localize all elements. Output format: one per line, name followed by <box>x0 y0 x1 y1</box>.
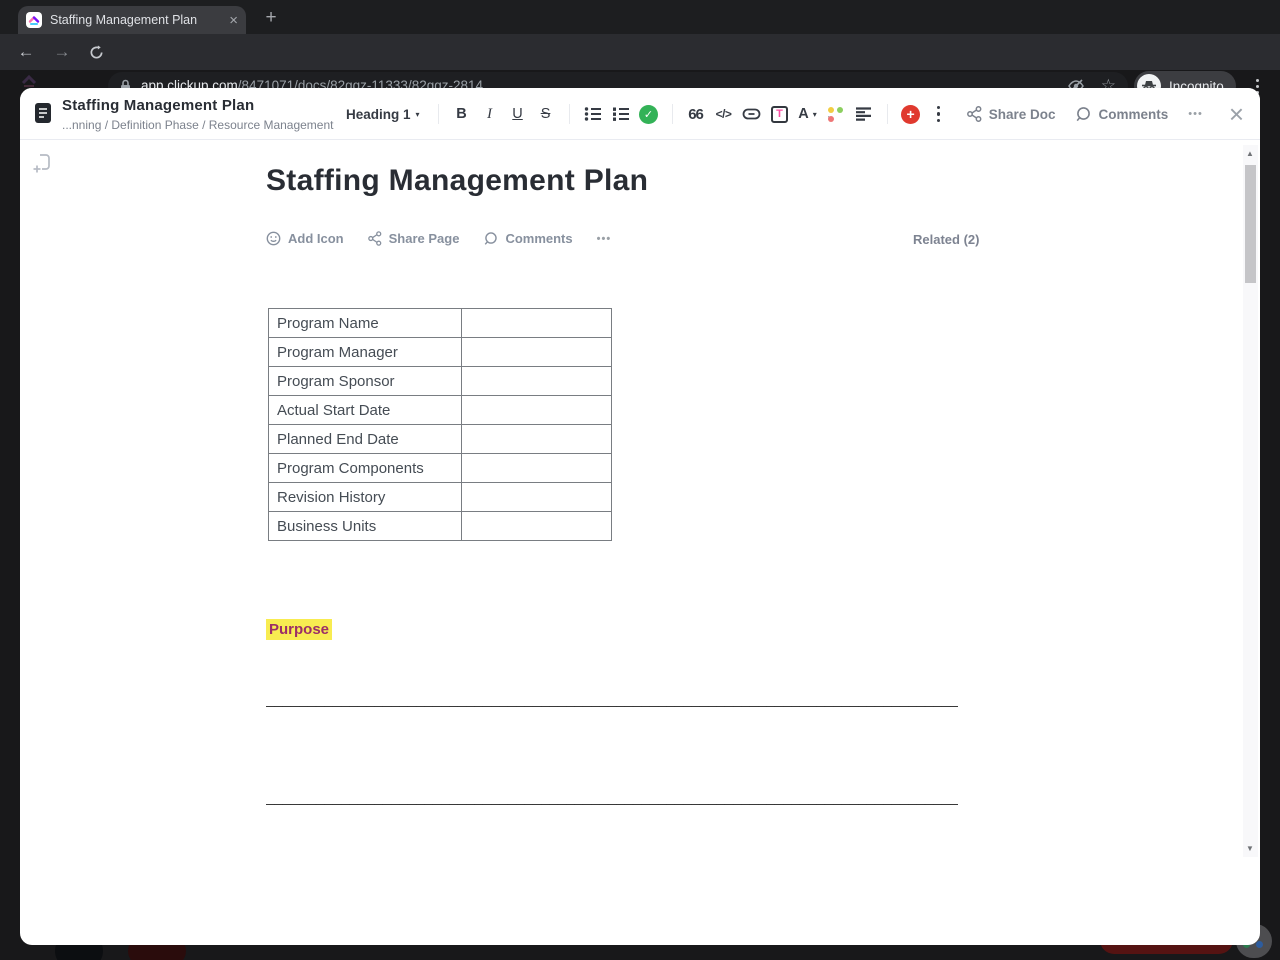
doc-title-actions: Add Icon Share Page Comments ••• <box>266 231 611 246</box>
table-label-cell[interactable]: Planned End Date <box>268 424 462 454</box>
forward-button[interactable]: → <box>48 38 76 66</box>
table-label-cell[interactable]: Revision History <box>268 482 462 512</box>
doc-header-actions: Share Doc Comments ••• × <box>966 88 1244 140</box>
page-comments-button[interactable]: Comments <box>483 231 573 246</box>
add-icon-button[interactable]: Add Icon <box>266 231 344 246</box>
table-label-cell[interactable]: Actual Start Date <box>268 395 462 425</box>
template-button[interactable]: T <box>767 100 793 128</box>
clickup-favicon <box>26 12 42 28</box>
bullet-list-icon[interactable] <box>580 100 606 128</box>
scrollbar-thumb[interactable] <box>1245 165 1256 283</box>
table-label-cell[interactable]: Business Units <box>268 511 462 541</box>
table-value-cell[interactable] <box>461 511 612 541</box>
scroll-up-arrow[interactable]: ▲ <box>1246 149 1254 158</box>
table-value-cell[interactable] <box>461 482 612 512</box>
block-type-dropdown[interactable]: Heading 1 ▾ <box>346 107 420 122</box>
related-link[interactable]: Related (2) <box>913 232 979 247</box>
format-toolbar: Heading 1 ▾ B I U S ✓ 66 </> T A ▾ + <box>346 88 952 140</box>
browser-tab-strip: Staffing Management Plan × + <box>0 0 1280 34</box>
table-row: Program Manager <box>268 337 612 367</box>
table-value-cell[interactable] <box>461 308 612 338</box>
doc-editor-area[interactable]: Staffing Management Plan Add Icon Share … <box>20 141 1260 945</box>
font-color-dropdown[interactable]: A ▾ <box>795 100 821 128</box>
table-label-cell[interactable]: Program Name <box>268 308 462 338</box>
numbered-list-icon[interactable] <box>608 100 634 128</box>
table-label-cell[interactable]: Program Manager <box>268 337 462 367</box>
new-tab-button[interactable]: + <box>258 5 284 31</box>
tab-close-icon[interactable]: × <box>229 13 238 28</box>
doc-icon <box>34 102 54 126</box>
chevron-down-icon: ▾ <box>812 109 817 119</box>
purpose-heading[interactable]: Purpose <box>266 619 333 640</box>
table-value-cell[interactable] <box>461 337 612 367</box>
table-label-cell[interactable]: Program Sponsor <box>268 366 462 396</box>
underline-button[interactable]: U <box>505 100 531 128</box>
doc-more-button[interactable]: ••• <box>1188 108 1203 120</box>
tab-title: Staffing Management Plan <box>50 13 198 27</box>
divider <box>568 104 570 124</box>
comments-button[interactable]: Comments <box>1075 106 1168 122</box>
doc-header-title: Staffing Management Plan <box>62 97 255 114</box>
table-row: Actual Start Date <box>268 395 612 425</box>
bold-button[interactable]: B <box>449 100 475 128</box>
table-row: Program Components <box>268 453 612 483</box>
table-label-cell[interactable]: Program Components <box>268 453 462 483</box>
browser-toolbar: ← → app.clickup.com/8471071/docs/82ggz-1… <box>0 34 1280 101</box>
doc-modal: Staffing Management Plan ...nning / Defi… <box>20 88 1260 945</box>
table-value-cell[interactable] <box>461 424 612 454</box>
table-value-cell[interactable] <box>461 366 612 396</box>
table-row: Planned End Date <box>268 424 612 454</box>
page-more-button[interactable]: ••• <box>597 233 612 245</box>
doc-modal-header: Staffing Management Plan ...nning / Defi… <box>20 88 1260 140</box>
strikethrough-button[interactable]: S <box>533 100 559 128</box>
highlight-color-picker[interactable]: ▾ <box>823 100 849 128</box>
table-row: Program Name <box>268 308 612 338</box>
divider <box>671 104 673 124</box>
emoji-icon-label: Add Icon <box>288 231 344 246</box>
table-row: Program Sponsor <box>268 366 612 396</box>
toolbar-more-icon[interactable] <box>926 100 952 128</box>
share-doc-button[interactable]: Share Doc <box>966 106 1055 122</box>
program-info-table: Program Name Program Manager Program Spons… <box>268 308 612 541</box>
blank-line[interactable]: ________________________________________… <box>266 691 958 715</box>
divider <box>886 104 888 124</box>
checklist-icon[interactable]: ✓ <box>636 100 662 128</box>
italic-button[interactable]: I <box>477 100 503 128</box>
browser-tab[interactable]: Staffing Management Plan × <box>18 6 246 34</box>
back-button[interactable]: ← <box>12 38 40 66</box>
blank-line[interactable]: ________________________________________… <box>266 789 958 813</box>
table-value-cell[interactable] <box>461 453 612 483</box>
reload-button[interactable] <box>82 38 110 66</box>
link-icon[interactable] <box>739 100 765 128</box>
doc-title[interactable]: Staffing Management Plan <box>266 164 986 198</box>
scroll-down-arrow[interactable]: ▼ <box>1246 844 1254 853</box>
quote-button[interactable]: 66 <box>683 100 709 128</box>
breadcrumb[interactable]: ...nning / Definition Phase / Resource M… <box>62 118 334 132</box>
divider <box>437 104 439 124</box>
chevron-down-icon: ▾ <box>415 109 420 119</box>
add-block-button[interactable]: + <box>898 100 924 128</box>
align-icon[interactable] <box>851 100 877 128</box>
table-row: Business Units <box>268 511 612 541</box>
table-value-cell[interactable] <box>461 395 612 425</box>
share-page-button[interactable]: Share Page <box>367 231 459 246</box>
info-table-body: Program Name Program Manager Program Spons… <box>268 308 612 541</box>
table-row: Revision History <box>268 482 612 512</box>
doc-scrollbar[interactable]: ▲ ▼ <box>1243 145 1258 857</box>
clickup-logo-dimmed <box>21 74 37 88</box>
code-button[interactable]: </> <box>711 100 737 128</box>
close-icon[interactable]: × <box>1229 101 1244 127</box>
